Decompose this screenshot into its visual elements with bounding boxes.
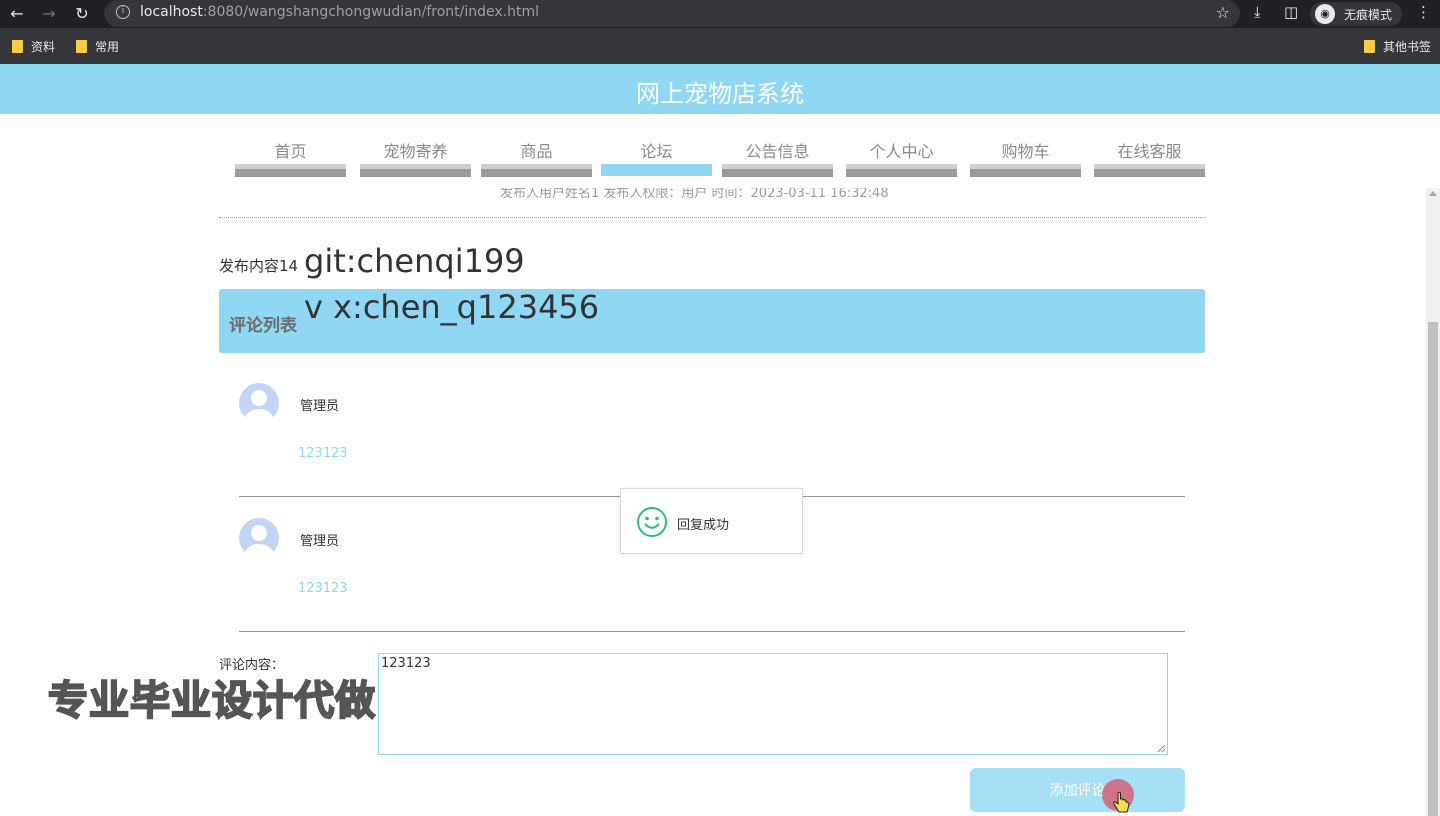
nav-underline (235, 164, 346, 177)
post-content-label: 发布内容14 (219, 257, 299, 275)
download-icon[interactable]: ⤓ (1254, 3, 1261, 21)
nav-underline (360, 164, 471, 177)
nav-label: 首页 (274, 142, 307, 161)
incognito-indicator[interactable]: ◉ 无痕模式 (1310, 2, 1402, 26)
browser-toolbar: ← → ↻ i localhost:8080/wangshangchongwud… (0, 0, 1440, 28)
nav-item[interactable]: 商品 (481, 133, 592, 177)
bookmark-folder-changyong[interactable]: 常用 (76, 38, 119, 55)
nav-label: 公告信息 (745, 142, 810, 161)
comment-text: 123123 (298, 581, 348, 596)
nav-label: 购物车 (1001, 142, 1050, 161)
back-arrow-icon[interactable]: ← (6, 3, 28, 25)
nav-underline (846, 164, 957, 177)
reload-icon[interactable]: ↻ (71, 3, 93, 25)
nav-label: 论坛 (640, 142, 673, 161)
add-comment-button[interactable]: 添加评论 (970, 768, 1185, 812)
overlay-text-wx: v x:chen_q123456 (304, 288, 600, 326)
nav-label: 个人中心 (869, 142, 934, 161)
comment-list-title: 评论列表 (229, 316, 297, 336)
nav-underline (722, 164, 833, 177)
comment-user: 管理员 (300, 534, 340, 549)
bookmark-folder-ziliao[interactable]: 资料 (12, 38, 55, 55)
menu-dots-icon[interactable]: ⋮ (1416, 3, 1431, 21)
comment-user: 管理员 (300, 399, 340, 414)
nav-label: 在线客服 (1117, 142, 1182, 161)
scroll-up-arrow-icon[interactable] (1429, 191, 1437, 196)
site-title: 网上宠物店系统 (636, 80, 804, 108)
nav-underline (1094, 164, 1205, 177)
site-header: 网上宠物店系统 (0, 64, 1440, 114)
folder-icon (12, 40, 23, 53)
bookmarks-bar: 资料 常用 其他书签 (0, 28, 1440, 64)
nav-item[interactable]: 论坛 (601, 133, 712, 177)
main-nav: 首页 宠物寄养 商品 论坛 公告信息 个人中心 购物车 在线客服 (235, 133, 1205, 177)
avatar (239, 518, 279, 558)
hand-cursor-icon (1113, 792, 1130, 813)
nav-underline (601, 164, 712, 176)
comment-text: 123123 (298, 446, 348, 461)
nav-label: 商品 (520, 142, 553, 161)
nav-label: 宠物寄养 (383, 142, 448, 161)
avatar (239, 383, 279, 423)
forward-arrow-icon[interactable]: → (38, 3, 60, 25)
nav-item[interactable]: 购物车 (970, 133, 1081, 177)
incognito-icon: ◉ (1315, 4, 1335, 24)
url-text: localhost:8080/wangshangchongwudian/fron… (140, 4, 540, 20)
comment-textarea[interactable] (378, 653, 1168, 755)
incognito-label: 无痕模式 (1344, 8, 1393, 22)
page-scrollbar[interactable] (1426, 188, 1440, 816)
nav-underline (481, 164, 592, 177)
scroll-thumb[interactable] (1428, 322, 1438, 816)
nav-item[interactable]: 在线客服 (1094, 133, 1205, 177)
address-bar[interactable]: i localhost:8080/wangshangchongwudian/fr… (104, 0, 1240, 27)
resize-handle-icon[interactable] (1156, 743, 1166, 753)
smile-icon (637, 507, 667, 537)
success-toast: 回复成功 (620, 488, 803, 554)
nav-item[interactable]: 首页 (235, 133, 346, 177)
nav-item[interactable]: 宠物寄养 (360, 133, 471, 177)
info-icon[interactable]: i (116, 5, 130, 19)
bookmark-star-icon[interactable]: ☆ (1216, 3, 1230, 22)
comment-item: 管理员 123123 (239, 383, 1185, 497)
nav-item[interactable]: 个人中心 (846, 133, 957, 177)
bookmark-folder-other[interactable]: 其他书签 (1364, 38, 1431, 55)
comment-divider (239, 631, 1185, 632)
toast-message: 回复成功 (677, 518, 730, 533)
nav-underline (970, 164, 1081, 177)
overlay-text-git: git:chenqi199 (304, 242, 525, 280)
watermark-text: 专业毕业设计代做 (47, 677, 376, 725)
folder-icon (1364, 40, 1375, 53)
divider (219, 217, 1205, 218)
nav-item[interactable]: 公告信息 (722, 133, 833, 177)
folder-icon (76, 40, 87, 53)
post-meta: 发布人用户姓名1 发布人权限：用户 时间：2023-03-11 16:32:48 (500, 186, 889, 201)
side-panel-icon[interactable]: ◫ (1284, 3, 1298, 21)
